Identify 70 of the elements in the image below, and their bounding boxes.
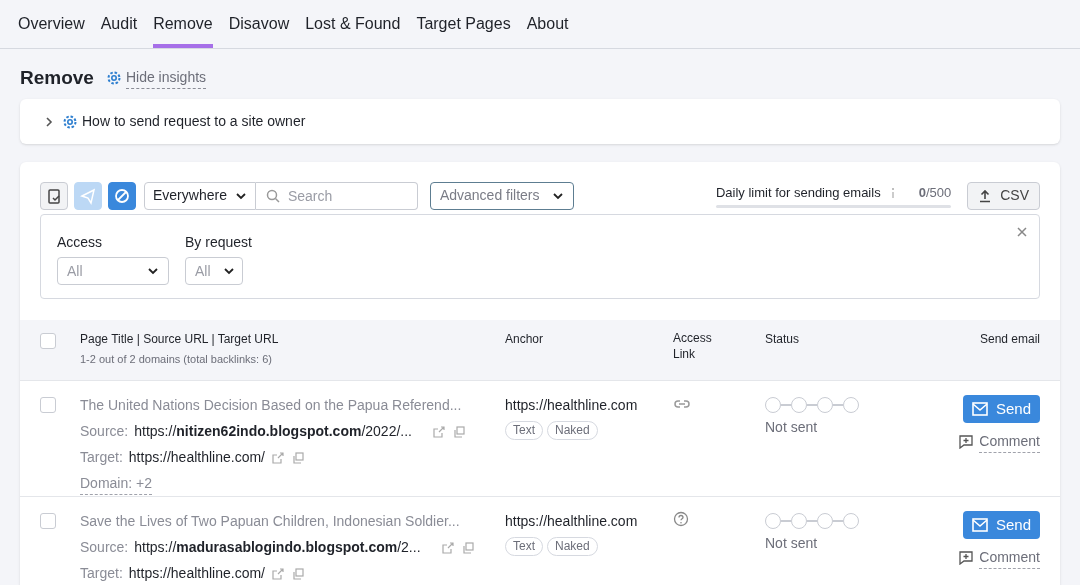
nav-tab[interactable]: Remove: [153, 12, 213, 48]
column-header: Status: [765, 331, 800, 347]
url-label: Source:: [80, 538, 129, 557]
search-icon: [265, 188, 280, 203]
mail-icon: [971, 518, 988, 532]
column-header: Page Title | Source URL | Target URL: [80, 331, 280, 348]
page-title: Remove: [20, 65, 94, 90]
chevron-right-icon[interactable]: [44, 116, 54, 127]
external-link-icon: [440, 540, 455, 555]
daily-limit-count: 0/500: [918, 183, 952, 202]
copy-icon: [291, 450, 305, 465]
domain-count: 1-2 out of 2 domains (total backlinks: 6): [80, 352, 273, 367]
chevron-down-icon: [222, 265, 235, 277]
comment-link[interactable]: Comment: [959, 431, 1040, 453]
external-link-icon: [271, 450, 285, 465]
comment-link[interactable]: Comment: [959, 547, 1040, 569]
daily-limit-label: Daily limit for sending emails: [715, 183, 881, 202]
question-icon: [673, 511, 689, 527]
url-link[interactable]: https://healthline.com/: [128, 447, 265, 468]
block-icon: [113, 186, 131, 205]
chevron-down-icon: [147, 265, 159, 277]
paper-plane-icon: [79, 186, 97, 205]
send-button[interactable]: Send: [962, 395, 1040, 423]
url-link[interactable]: https://nitizen62indo.blogspot.com/2022/...: [134, 421, 412, 442]
url-label: Source:: [80, 422, 129, 441]
copy-icon: [452, 424, 466, 439]
close-icon: [1017, 227, 1027, 237]
comment-plus-icon: [959, 435, 974, 449]
gear-icon: [105, 70, 122, 86]
upload-icon: [978, 188, 993, 203]
checkbox[interactable]: [40, 513, 56, 529]
url-link[interactable]: https://madurasablogindo.blogspot.com/2...: [134, 537, 421, 558]
copy-icon: [460, 540, 475, 555]
filter-label: By request: [185, 233, 252, 252]
document-check-icon: [45, 186, 63, 205]
nav-tab[interactable]: Audit: [100, 12, 138, 48]
copy-icon: [291, 566, 305, 581]
external-link-icon: [271, 566, 285, 581]
filter-label: Access: [57, 233, 104, 252]
comment-plus-icon: [959, 551, 974, 565]
checkbox[interactable]: [40, 397, 56, 413]
toolbar-button[interactable]: [108, 181, 136, 210]
csv-export-button[interactable]: CSV: [967, 181, 1040, 210]
advanced-filters-button[interactable]: Advanced filters: [429, 181, 574, 210]
scope-dropdown[interactable]: Everywhere: [144, 181, 256, 210]
checkbox[interactable]: [40, 333, 56, 349]
domain-count-link[interactable]: Domain: +2: [80, 473, 152, 495]
nav-tab[interactable]: Disavow: [228, 12, 290, 48]
column-header: Access Link: [673, 330, 713, 362]
send-button[interactable]: Send: [962, 511, 1040, 539]
url-label: Target:: [80, 564, 123, 583]
status-text: Not sent: [765, 418, 819, 437]
url-link[interactable]: https://healthline.com/: [128, 563, 265, 584]
mail-icon: [971, 402, 988, 416]
search-field[interactable]: Search: [255, 181, 418, 210]
url-label: Target:: [80, 448, 123, 467]
anchor-url: https://healthline.com: [505, 396, 639, 415]
nav-tab[interactable]: Target Pages: [416, 12, 511, 48]
column-header: Send email: [979, 331, 1040, 347]
hide-insights-link[interactable]: Hide insights: [105, 67, 207, 89]
nav-tab[interactable]: About: [526, 12, 569, 48]
insight-title[interactable]: How to send request to a site owner: [82, 111, 306, 132]
gear-icon: [62, 113, 78, 130]
column-header: Anchor: [505, 331, 544, 347]
status-text: Not sent: [765, 534, 819, 553]
nav-tab[interactable]: Overview: [18, 12, 85, 48]
nav-tab[interactable]: Lost & Found: [305, 12, 401, 48]
anchor-url: https://healthline.com: [505, 512, 639, 531]
external-link-icon: [432, 424, 446, 439]
toolbar-button[interactable]: [40, 181, 68, 210]
